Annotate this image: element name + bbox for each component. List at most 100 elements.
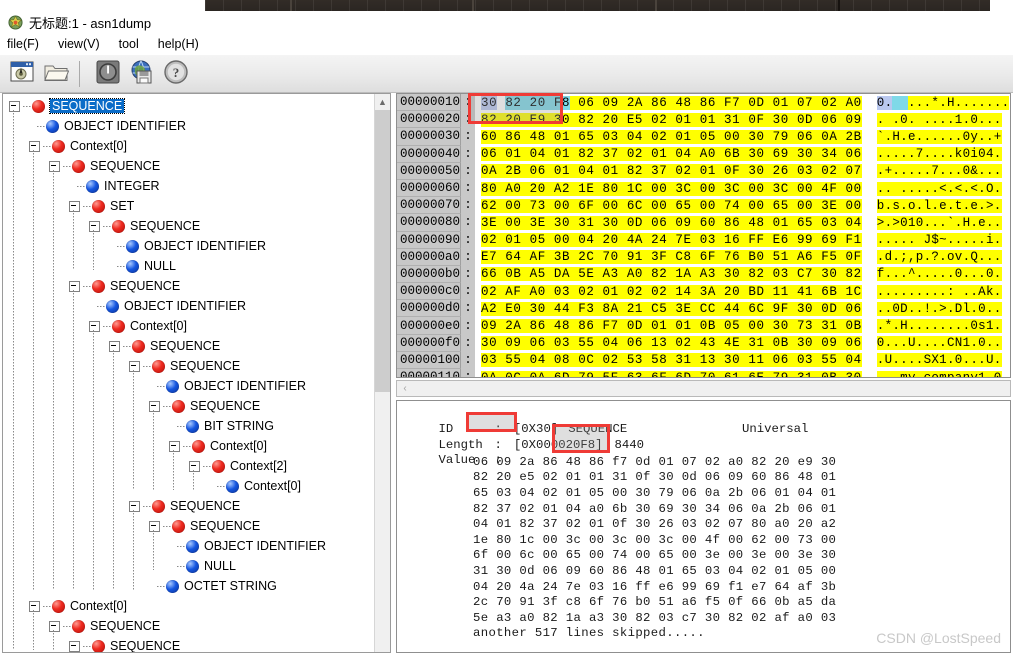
menu-item-file[interactable]: file(F) bbox=[7, 35, 48, 53]
tree-item-sequence[interactable]: SEQUENCE bbox=[3, 156, 390, 176]
tree-item-sequence[interactable]: SEQUENCE bbox=[3, 516, 390, 536]
hex-row[interactable]: 000000b0:66 0B A5 DA 5E A3 A0 82 1A A3 3… bbox=[397, 265, 1010, 284]
power-exit-button[interactable] bbox=[93, 59, 123, 89]
menu-item-help[interactable]: help(H) bbox=[158, 35, 208, 53]
tree-expander-collapse-icon[interactable] bbox=[29, 600, 40, 612]
tree-item-sequence[interactable]: SEQUENCE bbox=[3, 336, 390, 356]
tree-item-context-0-[interactable]: Context[0] bbox=[3, 436, 390, 456]
hex-horizontal-scrollbar[interactable]: ‹ bbox=[396, 380, 1011, 397]
tree-item-set[interactable]: SET bbox=[3, 196, 390, 216]
open-folder-button[interactable] bbox=[41, 59, 71, 89]
constructed-node-icon bbox=[72, 159, 85, 173]
tree-expander-collapse-icon[interactable] bbox=[169, 440, 180, 452]
hex-row[interactable]: 000000e0:09 2A 86 48 86 F7 0D 01 01 0B 0… bbox=[397, 316, 1010, 336]
hex-row[interactable]: 00000100:03 55 04 08 0C 02 53 58 31 13 3… bbox=[397, 351, 1010, 370]
tree-item-context-0-[interactable]: Context[0] bbox=[3, 476, 390, 496]
tree-scrollbar-thumb[interactable] bbox=[375, 110, 390, 392]
hex-row[interactable]: 000000a0: E7 64 AF 3B 2C 70 91 3F C8 6F 7… bbox=[397, 248, 1010, 267]
hex-row[interactable]: 00000080:3E 00 3E 30 31 30 0D 06 09 60 8… bbox=[397, 213, 1010, 232]
tree-item-context-0-[interactable]: Context[0] bbox=[3, 596, 390, 616]
menu-item-view[interactable]: view(V) bbox=[58, 35, 109, 53]
help-question-button[interactable]: ? bbox=[161, 59, 191, 89]
tree-expander-collapse-icon[interactable] bbox=[129, 360, 140, 372]
tree-expander-collapse-icon[interactable] bbox=[49, 160, 60, 172]
tree-item-integer[interactable]: INTEGER bbox=[3, 176, 390, 196]
tree-item-object-identifier[interactable]: OBJECT IDENTIFIER bbox=[3, 116, 390, 136]
tree-item-object-identifier[interactable]: OBJECT IDENTIFIER bbox=[3, 536, 390, 556]
tree-expander-collapse-icon[interactable] bbox=[69, 200, 80, 212]
hex-ascii-value: .*.H........0s1. bbox=[876, 319, 1002, 334]
hex-row[interactable]: 00000020:82 20 E9 30 82 20 E5 02 01 01 3… bbox=[397, 110, 1010, 129]
tree-expander-collapse-icon[interactable] bbox=[189, 460, 200, 472]
tree-item-sequence[interactable]: SEQUENCE bbox=[3, 216, 390, 236]
tree-expander-collapse-icon[interactable] bbox=[9, 100, 20, 112]
tree-vertical-scrollbar[interactable]: ▲ bbox=[374, 94, 390, 652]
menu-item-tool[interactable]: tool bbox=[119, 35, 148, 53]
tree-item-null[interactable]: NULL bbox=[3, 256, 390, 276]
hex-row[interactable]: 00000030:60 86 48 01 65 03 04 02 01 05 0… bbox=[397, 127, 1010, 147]
hex-row[interactable]: 00000050:0A 2B 06 01 04 01 82 37 02 01 0… bbox=[397, 162, 1010, 181]
hex-row[interactable]: 00000010:30 82 20 F8 06 09 2A 86 48 86 F… bbox=[397, 94, 1010, 112]
hex-row[interactable]: 000000f0:30 09 06 03 55 04 06 13 02 43 4… bbox=[397, 334, 1010, 353]
hex-row[interactable]: 00000040:06 01 04 01 82 37 02 01 04 A0 6… bbox=[397, 145, 1010, 164]
tree-item-label: Context[0] bbox=[210, 439, 267, 453]
tree-connector-line bbox=[157, 585, 165, 587]
new-window-icon bbox=[9, 60, 35, 87]
tree-item-bit-string[interactable]: BIT STRING bbox=[3, 416, 390, 436]
tree-item-sequence[interactable]: SEQUENCE bbox=[3, 96, 390, 116]
primitive-node-icon bbox=[186, 419, 199, 433]
tree-expander-collapse-icon[interactable] bbox=[69, 280, 80, 292]
tree-item-sequence[interactable]: SEQUENCE bbox=[3, 636, 390, 652]
window-titlebar: 无标题:1 - asn1dump bbox=[0, 11, 1013, 33]
tree-expander-collapse-icon[interactable] bbox=[109, 340, 120, 352]
tree-item-sequence[interactable]: SEQUENCE bbox=[3, 616, 390, 636]
hex-row[interactable]: 000000c0:02 AF A0 03 02 01 02 02 14 3A 2… bbox=[397, 282, 1010, 301]
hex-offset: 00000070 bbox=[397, 197, 461, 215]
tree-item-sequence[interactable]: SEQUENCE bbox=[3, 276, 390, 296]
hex-row[interactable]: 000000d0: A2 E0 30 44 F3 8A 21 C5 3E CC 4… bbox=[397, 299, 1010, 318]
tree-expander-collapse-icon[interactable] bbox=[49, 620, 60, 632]
tree-item-sequence[interactable]: SEQUENCE bbox=[3, 396, 390, 416]
tree-expander-collapse-icon[interactable] bbox=[149, 520, 160, 532]
tree-expander-collapse-icon[interactable] bbox=[89, 320, 100, 332]
tree-item-context-2-[interactable]: Context[2] bbox=[3, 456, 390, 476]
hex-bytes: 0A 0C 0A 6D 79 5F 63 6F 6D 70 61 6E 79 3… bbox=[475, 370, 862, 377]
tree-expander-collapse-icon[interactable] bbox=[89, 220, 100, 232]
scroll-up-arrow-icon[interactable]: ▲ bbox=[375, 94, 390, 109]
tree-item-label: SEQUENCE bbox=[190, 399, 261, 413]
hex-dump-pane[interactable]: 00000010:30 82 20 F8 06 09 2A 86 48 86 F… bbox=[396, 93, 1011, 378]
hex-bytes-value: 62 00 73 00 6F 00 6C 00 65 00 74 00 65 0… bbox=[481, 198, 862, 213]
tree-item-sequence[interactable]: SEQUENCE bbox=[3, 496, 390, 516]
svg-text:?: ? bbox=[173, 65, 180, 80]
tree-item-octet-string[interactable]: OCTET STRING bbox=[3, 576, 390, 596]
scroll-left-arrow-icon[interactable]: ‹ bbox=[397, 383, 413, 394]
window-title: 无标题:1 - asn1dump bbox=[29, 15, 152, 31]
toolbar-group-right: ? bbox=[86, 59, 193, 89]
new-window-button[interactable] bbox=[7, 59, 37, 89]
hex-row[interactable]: 00000070:62 00 73 00 6F 00 6C 00 65 00 7… bbox=[397, 196, 1010, 215]
hex-row[interactable]: 00000090:02 01 05 00 04 20 4A 24 7E 03 1… bbox=[397, 231, 1010, 250]
hex-row[interactable]: 00000060:80 A0 20 A2 1E 80 1C 00 3C 00 3… bbox=[397, 179, 1010, 198]
tree-item-label: SEQUENCE bbox=[170, 359, 241, 373]
hex-offset-colon: : bbox=[461, 94, 475, 112]
detail-value-line: 06 09 2a 86 48 86 f7 0d 01 07 02 a0 82 2… bbox=[473, 454, 837, 469]
hex-offset-colon: : bbox=[461, 196, 475, 215]
tree-expander-collapse-icon[interactable] bbox=[29, 140, 40, 152]
tree-item-object-identifier[interactable]: OBJECT IDENTIFIER bbox=[3, 296, 390, 316]
tree-item-object-identifier[interactable]: OBJECT IDENTIFIER bbox=[3, 376, 390, 396]
tree-expander-collapse-icon[interactable] bbox=[129, 500, 140, 512]
tree-item-sequence[interactable]: SEQUENCE bbox=[3, 356, 390, 376]
hex-bytes: E7 64 AF 3B 2C 70 91 3F C8 6F 76 B0 51 A… bbox=[475, 250, 862, 265]
asn1-tree-pane[interactable]: SEQUENCE OBJECT IDENTIFIER Context[0] SEQUE… bbox=[2, 93, 391, 653]
tree-item-context-0-[interactable]: Context[0] bbox=[3, 136, 390, 156]
tree-item-context-0-[interactable]: Context[0] bbox=[3, 316, 390, 336]
toolbar-separator bbox=[79, 60, 80, 87]
tree-item-object-identifier[interactable]: OBJECT IDENTIFIER bbox=[3, 236, 390, 256]
globe-save-button[interactable] bbox=[127, 59, 157, 89]
tree-expander-collapse-icon[interactable] bbox=[69, 640, 80, 652]
tree-item-null[interactable]: NULL bbox=[3, 556, 390, 576]
tree-connector-line bbox=[63, 165, 71, 167]
constructed-node-icon bbox=[112, 319, 125, 333]
tree-expander-collapse-icon[interactable] bbox=[149, 400, 160, 412]
hex-row[interactable]: 00000110:0A 0C 0A 6D 79 5F 63 6F 6D 70 6… bbox=[397, 368, 1010, 377]
